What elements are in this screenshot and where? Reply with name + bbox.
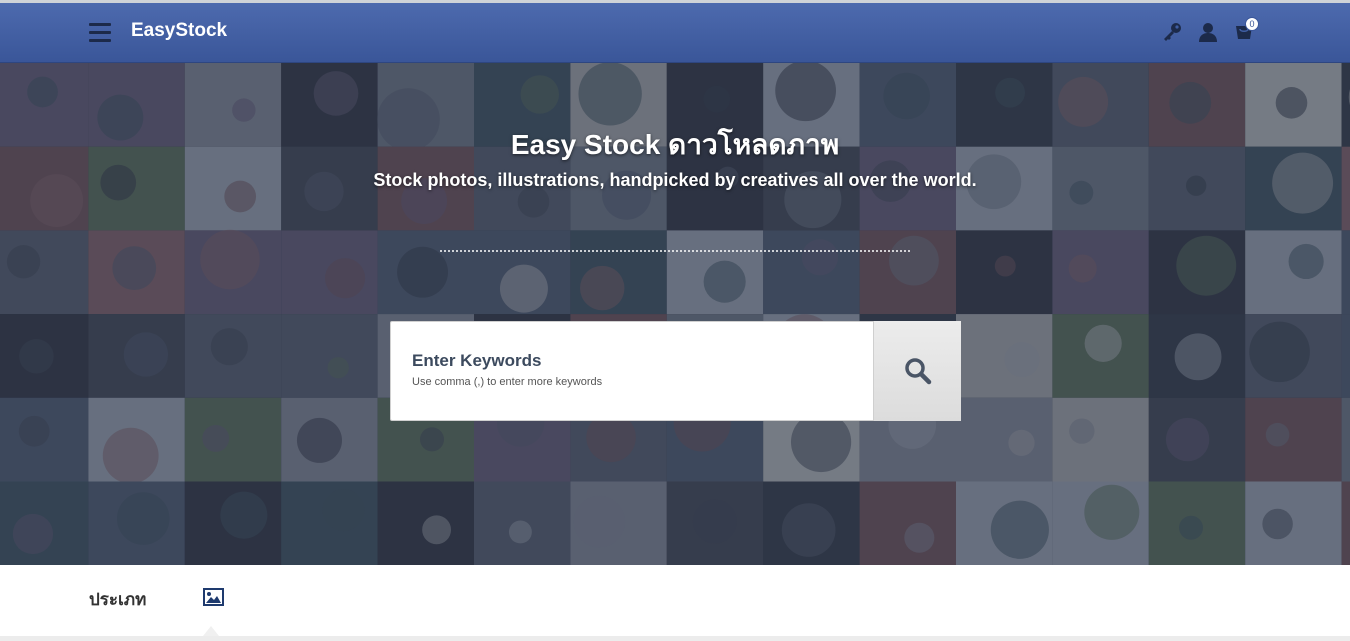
- search-label[interactable]: Enter Keywords: [412, 351, 541, 371]
- bottom-band: [0, 636, 1350, 641]
- key-icon[interactable]: [1161, 21, 1183, 43]
- category-bar: ประเภท: [0, 565, 1350, 636]
- menu-icon[interactable]: [89, 23, 111, 43]
- hero-banner: Easy Stock ดาวโหลดภาพ Stock photos, illu…: [0, 63, 1350, 565]
- cart-count-badge: 0: [1245, 17, 1259, 31]
- image-category-icon[interactable]: [203, 588, 224, 606]
- category-label: ประเภท: [89, 590, 147, 610]
- hero-subtitle: Stock photos, illustrations, handpicked …: [373, 170, 977, 190]
- search-hint: Use comma (,) to enter more keywords: [412, 376, 603, 388]
- category-caret: [203, 626, 219, 636]
- search-icon: [905, 358, 932, 385]
- search-button[interactable]: [873, 321, 961, 421]
- brand-logo[interactable]: EasyStock: [131, 20, 227, 42]
- hero-divider: [440, 250, 910, 252]
- top-navbar: EasyStock 0: [0, 3, 1350, 63]
- hero-title: Easy Stock ดาวโหลดภาพ: [510, 129, 840, 160]
- keyword-search-box[interactable]: Enter Keywords Use comma (,) to enter mo…: [390, 321, 961, 421]
- user-icon[interactable]: [1197, 21, 1219, 43]
